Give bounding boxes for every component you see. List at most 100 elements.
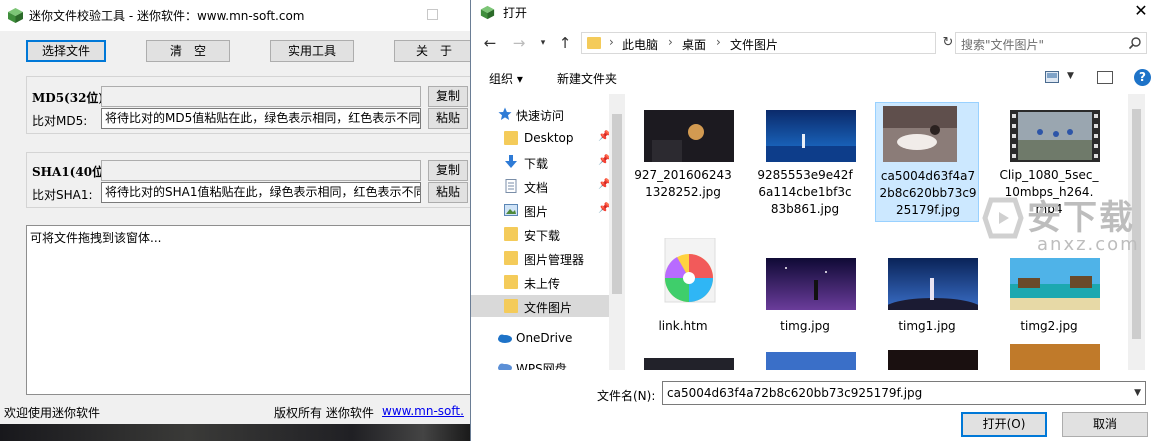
- close-icon[interactable]: ✕: [1126, 0, 1155, 24]
- chevron-down-icon[interactable]: ▼: [1134, 382, 1141, 404]
- nav-label: OneDrive: [516, 331, 573, 345]
- nav-scrollbar[interactable]: [609, 94, 625, 370]
- nav-label: 文件图片: [524, 301, 573, 315]
- view-options-icon[interactable]: [1045, 71, 1059, 83]
- nav-documents[interactable]: 文档 📌: [471, 175, 621, 197]
- md5-paste-button[interactable]: 粘贴: [428, 108, 468, 129]
- file-name: ca5004d63f4a7 2b8c620bb73c9 25179f.jpg: [879, 169, 977, 217]
- file-name: 927_201606243 1328252.jpg: [634, 168, 732, 199]
- app-cube-icon: [480, 5, 495, 20]
- sha1-copy-button[interactable]: 复制: [428, 160, 468, 181]
- nav-folder-anxiazai[interactable]: 安下载: [471, 223, 621, 245]
- partial-thumbnail: [888, 350, 978, 370]
- nav-wps-cloud[interactable]: WPS网盘: [471, 356, 621, 370]
- chevron-down-icon[interactable]: ▼: [1067, 71, 1074, 81]
- up-arrow-icon[interactable]: ↑: [555, 33, 575, 53]
- nav-label: 快速访问: [516, 109, 565, 123]
- file-name: timg2.jpg: [1020, 319, 1078, 333]
- nav-pictures[interactable]: 图片 📌: [471, 199, 621, 221]
- cancel-button[interactable]: 取消: [1062, 412, 1148, 437]
- file-item[interactable]: timg1.jpg: [875, 232, 979, 352]
- sha1-label: SHA1(40位): [32, 165, 110, 179]
- file-item-selected[interactable]: ca5004d63f4a7 2b8c620bb73c9 25179f.jpg: [875, 102, 979, 222]
- recent-locations-chevron-icon[interactable]: ▾: [533, 33, 553, 53]
- organize-menu[interactable]: 组织 ▾: [489, 70, 523, 87]
- status-copyright: 版权所有 迷你软件: [274, 406, 374, 420]
- scrollbar-thumb[interactable]: [612, 114, 622, 294]
- help-icon[interactable]: ?: [1134, 69, 1151, 86]
- md5-copy-button[interactable]: 复制: [428, 86, 468, 107]
- filename-value: ca5004d63f4a72b8c620bb73c925179f.jpg: [667, 386, 923, 400]
- desktop-icon: [504, 131, 518, 145]
- sha1-compare-input[interactable]: 将待比对的SHA1值粘贴在此，绿色表示相同，红色表示不同: [101, 182, 421, 203]
- search-box[interactable]: 搜索"文件图片": [955, 32, 1147, 54]
- sha1-result-field[interactable]: [101, 160, 421, 181]
- folder-icon: [504, 227, 518, 241]
- forward-arrow-icon[interactable]: →: [509, 33, 529, 53]
- desktop-background: [0, 424, 470, 441]
- image-thumbnail: [1010, 258, 1100, 310]
- picture-icon: [504, 204, 518, 216]
- website-link[interactable]: www.mn-soft.: [382, 404, 464, 418]
- file-item[interactable]: link.htm: [631, 232, 735, 352]
- breadcrumb-this-pc[interactable]: 此电脑: [622, 36, 658, 53]
- nav-folder-file-pictures[interactable]: 文件图片: [471, 295, 621, 317]
- nav-label: 未上传: [524, 277, 561, 291]
- tool-titlebar: 迷你文件校验工具 - 迷你软件：www.mn-soft.com: [0, 0, 470, 31]
- folder-icon: [504, 275, 518, 289]
- image-thumbnail: [766, 110, 856, 162]
- file-name: 9285553e9e42f 6a114cbe1bf3c 83b861.jpg: [757, 168, 853, 216]
- cloud-icon: [498, 334, 512, 343]
- maximize-icon[interactable]: [427, 9, 438, 20]
- folder-icon: [504, 299, 518, 313]
- sha1-paste-button[interactable]: 粘贴: [428, 182, 468, 203]
- cloud-icon: [498, 363, 512, 370]
- file-name: timg.jpg: [780, 319, 830, 333]
- file-name: timg1.jpg: [898, 319, 956, 333]
- status-welcome: 欢迎使用迷你软件: [4, 406, 101, 420]
- nav-desktop[interactable]: Desktop 📌: [471, 127, 621, 149]
- md5-label: MD5(32位):: [32, 91, 109, 105]
- dialog-title: 打开: [503, 6, 528, 20]
- file-name: link.htm: [658, 319, 708, 333]
- nav-onedrive[interactable]: OneDrive: [471, 327, 621, 349]
- md5-result-field[interactable]: [101, 86, 421, 107]
- choose-file-button[interactable]: 选择文件: [26, 40, 106, 62]
- download-icon: [505, 155, 517, 168]
- preview-pane-icon[interactable]: [1097, 71, 1113, 84]
- nav-label: 安下载: [524, 229, 561, 243]
- md5-compare-input[interactable]: 将待比对的MD5值粘贴在此，绿色表示相同，红色表示不同: [101, 108, 421, 129]
- app-cube-icon: [8, 8, 23, 23]
- open-file-dialog: 打开 ✕ ← → ▾ ↑ › 此电脑 › 桌面 › 文件图片 ▾ ↻ 搜索"文件…: [470, 0, 1155, 441]
- nav-label: WPS网盘: [516, 362, 567, 370]
- nav-folder-picture-manager[interactable]: 图片管理器: [471, 247, 621, 269]
- back-arrow-icon[interactable]: ←: [480, 33, 500, 53]
- nav-label: 文档: [524, 181, 549, 195]
- checksum-tool-window: 迷你文件校验工具 - 迷你软件：www.mn-soft.com 选择文件 清 空…: [0, 0, 476, 424]
- address-bar[interactable]: › 此电脑 › 桌面 › 文件图片 ▾: [581, 32, 1031, 54]
- filename-label: 文件名(N):: [597, 389, 656, 403]
- nav-folder-not-uploaded[interactable]: 未上传: [471, 271, 621, 293]
- folder-icon: [504, 251, 518, 265]
- file-item[interactable]: timg.jpg: [753, 232, 857, 352]
- watermark-subtext: anxz.com: [1037, 234, 1140, 255]
- watermark-text: 安下载: [1027, 198, 1135, 238]
- breadcrumb-separator: ›: [668, 35, 673, 49]
- clear-button[interactable]: 清 空: [146, 40, 230, 62]
- nav-downloads[interactable]: 下载 📌: [471, 151, 621, 173]
- nav-label: 图片管理器: [524, 253, 585, 267]
- new-folder-button[interactable]: 新建文件夹: [557, 70, 617, 87]
- utilities-button[interactable]: 实用工具: [270, 40, 354, 62]
- file-drop-area[interactable]: 可将文件拖拽到该窗体...: [26, 225, 476, 395]
- breadcrumb-current-folder[interactable]: 文件图片: [730, 36, 778, 53]
- file-item[interactable]: 9285553e9e42f 6a114cbe1bf3c 83b861.jpg: [753, 102, 857, 222]
- nav-quick-access[interactable]: 快速访问: [471, 103, 621, 125]
- tool-title: 迷你文件校验工具 - 迷你软件：www.mn-soft.com: [29, 9, 305, 23]
- file-item[interactable]: 927_201606243 1328252.jpg: [631, 102, 735, 222]
- md5-compare-label: 比对MD5:: [32, 114, 88, 128]
- about-button[interactable]: 关 于: [394, 40, 474, 62]
- breadcrumb-desktop[interactable]: 桌面: [682, 36, 706, 53]
- search-placeholder: 搜索"文件图片": [961, 38, 1045, 52]
- open-button[interactable]: 打开(O): [961, 412, 1047, 437]
- filename-input[interactable]: ca5004d63f4a72b8c620bb73c925179f.jpg ▼: [662, 381, 1146, 405]
